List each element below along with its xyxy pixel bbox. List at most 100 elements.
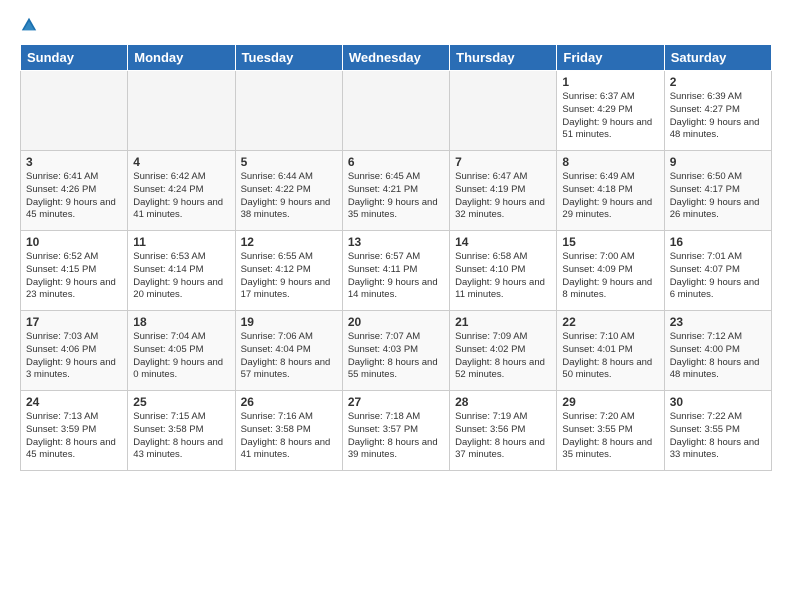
day-info: Sunrise: 6:47 AM Sunset: 4:19 PM Dayligh… bbox=[455, 171, 551, 222]
day-number: 8 bbox=[562, 155, 658, 169]
calendar-cell: 6 Sunrise: 6:45 AM Sunset: 4:21 PM Daylig… bbox=[342, 151, 449, 231]
calendar-cell bbox=[21, 71, 128, 151]
day-number: 15 bbox=[562, 235, 658, 249]
calendar-cell: 1 Sunrise: 6:37 AM Sunset: 4:29 PM Daylig… bbox=[557, 71, 664, 151]
day-info: Sunrise: 6:49 AM Sunset: 4:18 PM Dayligh… bbox=[562, 171, 658, 222]
day-info: Sunrise: 6:55 AM Sunset: 4:12 PM Dayligh… bbox=[241, 251, 337, 302]
day-number: 5 bbox=[241, 155, 337, 169]
calendar-cell: 14Sunrise: 6:58 AM Sunset: 4:10 PM Dayli… bbox=[450, 231, 557, 311]
day-number: 21 bbox=[455, 315, 551, 329]
calendar-cell: 4 Sunrise: 6:42 AM Sunset: 4:24 PM Daylig… bbox=[128, 151, 235, 231]
day-number: 6 bbox=[348, 155, 444, 169]
day-info: Sunrise: 7:06 AM Sunset: 4:04 PM Dayligh… bbox=[241, 331, 337, 382]
day-number: 30 bbox=[670, 395, 766, 409]
day-info: Sunrise: 6:39 AM Sunset: 4:27 PM Dayligh… bbox=[670, 91, 766, 142]
day-number: 16 bbox=[670, 235, 766, 249]
day-number: 28 bbox=[455, 395, 551, 409]
day-number: 10 bbox=[26, 235, 122, 249]
calendar-week-row: 10 Sunrise: 6:52 AM Sunset: 4:15 PM Dayli… bbox=[21, 231, 772, 311]
calendar-week-row: 1 Sunrise: 6:37 AM Sunset: 4:29 PM Daylig… bbox=[21, 71, 772, 151]
day-number: 22 bbox=[562, 315, 658, 329]
page: SundayMondayTuesdayWednesdayThursdayFrid… bbox=[0, 0, 792, 612]
day-info: Sunrise: 7:16 AM Sunset: 3:58 PM Dayligh… bbox=[241, 411, 337, 462]
calendar-cell: 10 Sunrise: 6:52 AM Sunset: 4:15 PM Dayli… bbox=[21, 231, 128, 311]
calendar-cell bbox=[128, 71, 235, 151]
day-info: Sunrise: 7:07 AM Sunset: 4:03 PM Dayligh… bbox=[348, 331, 444, 382]
day-info: Sunrise: 6:57 AM Sunset: 4:11 PM Dayligh… bbox=[348, 251, 444, 302]
day-info: Sunrise: 7:13 AM Sunset: 3:59 PM Dayligh… bbox=[26, 411, 122, 462]
day-info: Sunrise: 7:03 AM Sunset: 4:06 PM Dayligh… bbox=[26, 331, 122, 382]
calendar-body: 1 Sunrise: 6:37 AM Sunset: 4:29 PM Daylig… bbox=[21, 71, 772, 471]
calendar-cell: 30 Sunrise: 7:22 AM Sunset: 3:55 PM Dayli… bbox=[664, 391, 771, 471]
calendar-cell: 12 Sunrise: 6:55 AM Sunset: 4:12 PM Dayli… bbox=[235, 231, 342, 311]
day-info: Sunrise: 7:20 AM Sunset: 3:55 PM Dayligh… bbox=[562, 411, 658, 462]
day-number: 9 bbox=[670, 155, 766, 169]
calendar-cell bbox=[450, 71, 557, 151]
day-number: 3 bbox=[26, 155, 122, 169]
day-info: Sunrise: 6:42 AM Sunset: 4:24 PM Dayligh… bbox=[133, 171, 229, 222]
day-number: 18 bbox=[133, 315, 229, 329]
calendar-cell: 24 Sunrise: 7:13 AM Sunset: 3:59 PM Dayli… bbox=[21, 391, 128, 471]
calendar-cell: 7 Sunrise: 6:47 AM Sunset: 4:19 PM Daylig… bbox=[450, 151, 557, 231]
calendar: SundayMondayTuesdayWednesdayThursdayFrid… bbox=[20, 44, 772, 471]
calendar-cell: 16 Sunrise: 7:01 AM Sunset: 4:07 PM Dayli… bbox=[664, 231, 771, 311]
calendar-cell: 9Sunrise: 6:50 AM Sunset: 4:17 PM Daylig… bbox=[664, 151, 771, 231]
day-info: Sunrise: 7:18 AM Sunset: 3:57 PM Dayligh… bbox=[348, 411, 444, 462]
day-number: 2 bbox=[670, 75, 766, 89]
day-info: Sunrise: 6:52 AM Sunset: 4:15 PM Dayligh… bbox=[26, 251, 122, 302]
day-of-week-header: Friday bbox=[557, 45, 664, 71]
calendar-cell: 13 Sunrise: 6:57 AM Sunset: 4:11 PM Dayli… bbox=[342, 231, 449, 311]
logo bbox=[20, 16, 40, 34]
day-number: 13 bbox=[348, 235, 444, 249]
day-number: 27 bbox=[348, 395, 444, 409]
calendar-cell: 28 Sunrise: 7:19 AM Sunset: 3:56 PM Dayli… bbox=[450, 391, 557, 471]
calendar-cell: 26 Sunrise: 7:16 AM Sunset: 3:58 PM Dayli… bbox=[235, 391, 342, 471]
header bbox=[20, 16, 772, 34]
day-number: 23 bbox=[670, 315, 766, 329]
calendar-cell bbox=[342, 71, 449, 151]
day-info: Sunrise: 7:04 AM Sunset: 4:05 PM Dayligh… bbox=[133, 331, 229, 382]
day-number: 4 bbox=[133, 155, 229, 169]
day-number: 1 bbox=[562, 75, 658, 89]
day-number: 19 bbox=[241, 315, 337, 329]
day-info: Sunrise: 7:22 AM Sunset: 3:55 PM Dayligh… bbox=[670, 411, 766, 462]
calendar-cell: 18 Sunrise: 7:04 AM Sunset: 4:05 PM Dayli… bbox=[128, 311, 235, 391]
day-info: Sunrise: 6:45 AM Sunset: 4:21 PM Dayligh… bbox=[348, 171, 444, 222]
day-of-week-header: Sunday bbox=[21, 45, 128, 71]
calendar-cell: 27 Sunrise: 7:18 AM Sunset: 3:57 PM Dayli… bbox=[342, 391, 449, 471]
day-number: 7 bbox=[455, 155, 551, 169]
day-info: Sunrise: 6:37 AM Sunset: 4:29 PM Dayligh… bbox=[562, 91, 658, 142]
day-number: 12 bbox=[241, 235, 337, 249]
day-info: Sunrise: 7:01 AM Sunset: 4:07 PM Dayligh… bbox=[670, 251, 766, 302]
calendar-cell: 25 Sunrise: 7:15 AM Sunset: 3:58 PM Dayli… bbox=[128, 391, 235, 471]
day-number: 29 bbox=[562, 395, 658, 409]
calendar-cell: 17Sunrise: 7:03 AM Sunset: 4:06 PM Dayli… bbox=[21, 311, 128, 391]
calendar-cell: 15Sunrise: 7:00 AM Sunset: 4:09 PM Dayli… bbox=[557, 231, 664, 311]
day-of-week-row: SundayMondayTuesdayWednesdayThursdayFrid… bbox=[21, 45, 772, 71]
calendar-cell: 21Sunrise: 7:09 AM Sunset: 4:02 PM Dayli… bbox=[450, 311, 557, 391]
calendar-cell: 5Sunrise: 6:44 AM Sunset: 4:22 PM Daylig… bbox=[235, 151, 342, 231]
calendar-cell: 19 Sunrise: 7:06 AM Sunset: 4:04 PM Dayli… bbox=[235, 311, 342, 391]
day-info: Sunrise: 7:10 AM Sunset: 4:01 PM Dayligh… bbox=[562, 331, 658, 382]
day-number: 20 bbox=[348, 315, 444, 329]
calendar-cell: 3Sunrise: 6:41 AM Sunset: 4:26 PM Daylig… bbox=[21, 151, 128, 231]
day-of-week-header: Tuesday bbox=[235, 45, 342, 71]
day-number: 26 bbox=[241, 395, 337, 409]
day-info: Sunrise: 7:15 AM Sunset: 3:58 PM Dayligh… bbox=[133, 411, 229, 462]
calendar-week-row: 24 Sunrise: 7:13 AM Sunset: 3:59 PM Dayli… bbox=[21, 391, 772, 471]
day-info: Sunrise: 7:19 AM Sunset: 3:56 PM Dayligh… bbox=[455, 411, 551, 462]
day-of-week-header: Wednesday bbox=[342, 45, 449, 71]
calendar-week-row: 3Sunrise: 6:41 AM Sunset: 4:26 PM Daylig… bbox=[21, 151, 772, 231]
day-number: 24 bbox=[26, 395, 122, 409]
day-number: 11 bbox=[133, 235, 229, 249]
day-info: Sunrise: 7:12 AM Sunset: 4:00 PM Dayligh… bbox=[670, 331, 766, 382]
calendar-cell: 11 Sunrise: 6:53 AM Sunset: 4:14 PM Dayli… bbox=[128, 231, 235, 311]
day-info: Sunrise: 6:53 AM Sunset: 4:14 PM Dayligh… bbox=[133, 251, 229, 302]
calendar-cell: 22 Sunrise: 7:10 AM Sunset: 4:01 PM Dayli… bbox=[557, 311, 664, 391]
day-number: 25 bbox=[133, 395, 229, 409]
calendar-cell: 8 Sunrise: 6:49 AM Sunset: 4:18 PM Daylig… bbox=[557, 151, 664, 231]
day-number: 14 bbox=[455, 235, 551, 249]
day-of-week-header: Saturday bbox=[664, 45, 771, 71]
calendar-cell: 29 Sunrise: 7:20 AM Sunset: 3:55 PM Dayli… bbox=[557, 391, 664, 471]
day-of-week-header: Thursday bbox=[450, 45, 557, 71]
